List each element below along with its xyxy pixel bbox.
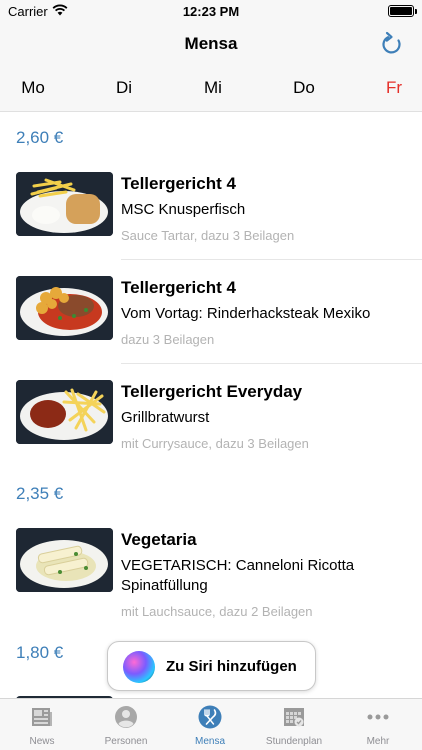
- meal-side-dishes: mit Lauchsauce, dazu 2 Beilagen: [121, 604, 313, 619]
- day-tab-di[interactable]: Di: [94, 78, 154, 98]
- meal-name: Tellergericht 4: [121, 278, 236, 297]
- meal-item[interactable]: Tellergericht Everyday Grillbratwurst mi…: [0, 380, 422, 472]
- meal-side-dishes: mit Currysauce, dazu 3 Beilagen: [121, 436, 309, 451]
- tab-label: Mehr: [366, 736, 390, 747]
- meal-photo-steak: [16, 276, 113, 340]
- divider: [121, 363, 422, 364]
- newspaper-icon: [32, 708, 52, 726]
- price-header: 1,80 €: [16, 643, 64, 662]
- meal-photo-canneloni: [16, 528, 113, 592]
- meal-side-dishes: Sauce Tartar, dazu 3 Beilagen: [121, 228, 295, 243]
- tab-bar: News Personen Mensa Stundenplan Mehr: [0, 698, 422, 750]
- siri-icon: [123, 651, 155, 683]
- divider: [121, 259, 422, 260]
- meal-name: Tellergericht 4: [121, 174, 236, 193]
- battery-icon: [388, 5, 417, 17]
- tab-news[interactable]: News: [0, 699, 84, 750]
- meal-item[interactable]: Tellergericht 4 MSC Knusperfisch Sauce T…: [0, 172, 422, 264]
- status-bar: Carrier 12:23 PM: [0, 0, 422, 22]
- meal-side-dishes: dazu 3 Beilagen: [121, 332, 215, 347]
- meal-item[interactable]: Tellergericht 4 Vom Vortag: Rinderhackst…: [0, 276, 422, 368]
- tab-mensa[interactable]: Mensa: [168, 699, 252, 750]
- tab-mehr[interactable]: Mehr: [336, 699, 420, 750]
- meal-photo-fish: [16, 172, 113, 236]
- refresh-icon[interactable]: [378, 30, 406, 58]
- page-title: Mensa: [184, 34, 238, 53]
- tab-label: News: [29, 736, 55, 747]
- day-selector: Mo Di Mi Do Fr: [0, 66, 422, 112]
- day-tab-fr[interactable]: Fr: [364, 78, 422, 98]
- day-tab-mo[interactable]: Mo: [3, 78, 63, 98]
- tab-label: Mensa: [194, 736, 225, 747]
- navigation-bar: Mensa: [0, 22, 422, 66]
- add-to-siri-label: Zu Siri hinzufügen: [166, 658, 297, 675]
- tab-label: Personen: [104, 736, 148, 747]
- meal-photo-bratwurst: [16, 380, 113, 444]
- more-icon: [367, 714, 389, 720]
- fork-knife-icon: [198, 705, 222, 729]
- tab-personen[interactable]: Personen: [84, 699, 168, 750]
- meal-name: Vegetaria: [121, 530, 197, 549]
- meal-description: Grillbratwurst: [121, 409, 210, 426]
- calendar-icon: [284, 708, 304, 727]
- clock: 12:23 PM: [182, 4, 240, 19]
- day-tab-do[interactable]: Do: [274, 78, 334, 98]
- meal-description: VEGETARISCH: Canneloni Ricotta Spinatfül…: [121, 557, 355, 594]
- menu-list[interactable]: 2,60 € Tellergericht 4 MSC Knusperfisch …: [0, 112, 422, 698]
- meal-description: MSC Knusperfisch: [121, 201, 246, 218]
- meal-name: Tellergericht Everyday: [121, 382, 303, 401]
- price-header: 2,60 €: [16, 128, 64, 147]
- add-to-siri-button[interactable]: Zu Siri hinzufügen: [107, 641, 316, 691]
- person-icon: [115, 706, 137, 728]
- tab-stundenplan[interactable]: Stundenplan: [252, 699, 336, 750]
- meal-description: Vom Vortag: Rinderhacksteak Mexiko: [121, 305, 371, 322]
- price-header: 2,35 €: [16, 484, 64, 503]
- meal-item[interactable]: Vegetaria VEGETARISCH: Canneloni Ricotta…: [0, 528, 422, 628]
- day-tab-mi[interactable]: Mi: [183, 78, 243, 98]
- tab-label: Stundenplan: [265, 736, 323, 747]
